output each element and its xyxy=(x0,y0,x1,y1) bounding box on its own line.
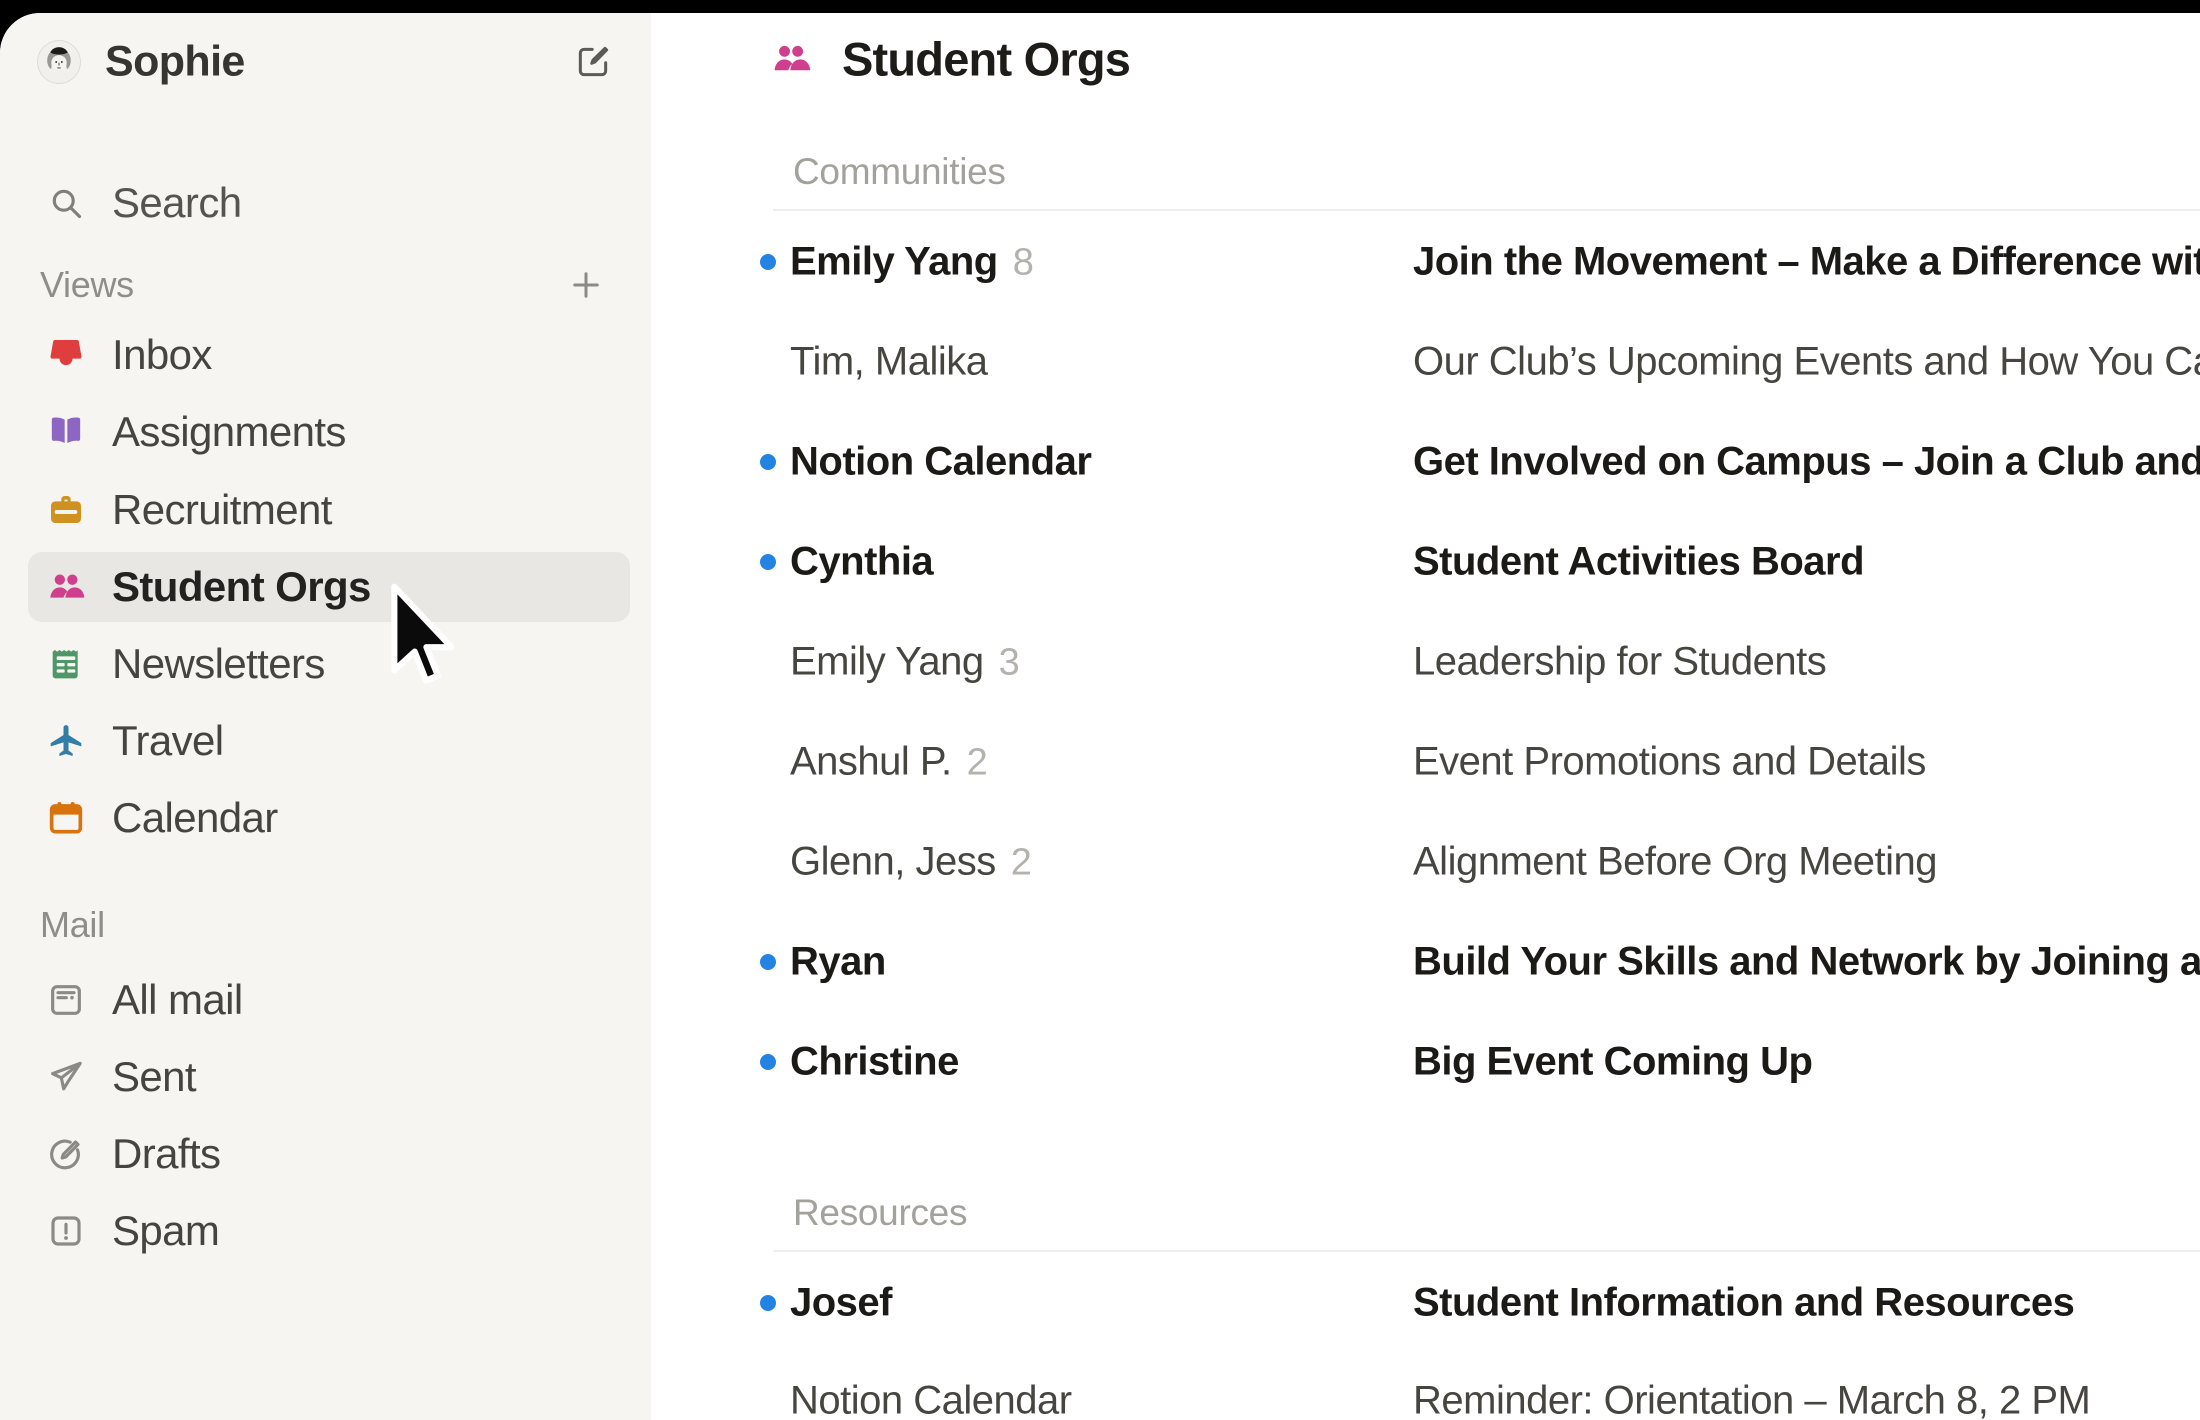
unread-dot xyxy=(760,454,776,470)
all-mail-icon xyxy=(46,980,86,1020)
sidebar-item-label: Drafts xyxy=(112,1130,220,1178)
sidebar-item-sent[interactable]: Sent xyxy=(0,1042,651,1112)
add-view-icon[interactable] xyxy=(568,267,606,305)
thread-count: 3 xyxy=(999,642,1020,684)
mail-subject: Event Promotions and Details xyxy=(1413,740,1926,785)
sender-name: Christine xyxy=(790,1040,959,1084)
mail-subject: Alignment Before Org Meeting xyxy=(1413,840,1937,885)
mail-subject: Big Event Coming Up xyxy=(1413,1040,1812,1085)
group-label-resources: Resources xyxy=(793,1192,967,1234)
views-section-header: Views xyxy=(40,264,134,306)
mail-row[interactable]: Anshul P. 2 Event Promotions and Details xyxy=(651,726,2200,798)
divider xyxy=(773,1250,2200,1252)
newspaper-icon xyxy=(46,644,86,684)
mail-row[interactable]: Emily Yang 3 Leadership for Students xyxy=(651,626,2200,698)
calendar-icon xyxy=(46,798,86,838)
sidebar-item-label: All mail xyxy=(112,976,243,1024)
sidebar-item-label: Spam xyxy=(112,1207,219,1255)
sidebar-item-spam[interactable]: Spam xyxy=(0,1196,651,1266)
mail-row[interactable]: Glenn, Jess 2 Alignment Before Org Meetin… xyxy=(651,826,2200,898)
mail-row[interactable]: Cynthia Student Activities Board xyxy=(651,526,2200,598)
thread-count: 8 xyxy=(1013,242,1034,284)
sender-name: Glenn, Jess xyxy=(790,840,996,884)
sidebar-item-inbox[interactable]: Inbox xyxy=(0,320,651,390)
sender-name: Notion Calendar xyxy=(790,1379,1072,1420)
plane-icon xyxy=(46,721,86,761)
mail-row[interactable]: Ryan Build Your Skills and Network by Jo… xyxy=(651,926,2200,998)
sender-name: Tim, Malika xyxy=(790,340,987,384)
mail-row[interactable]: Notion Calendar Get Involved on Campus –… xyxy=(651,426,2200,498)
mail-subject: Join the Movement – Make a Difference wi… xyxy=(1413,240,2200,285)
group-label-communities: Communities xyxy=(793,151,1006,193)
app-window: Sophie Search Views xyxy=(0,13,2200,1420)
search-icon xyxy=(48,185,84,221)
mail-subject: Reminder: Orientation – March 8, 2 PM xyxy=(1413,1379,2090,1420)
briefcase-icon xyxy=(46,490,86,530)
unread-dot xyxy=(760,1054,776,1070)
mail-section-header: Mail xyxy=(40,904,105,946)
mail-row[interactable]: Tim, Malika Our Club’s Upcoming Events a… xyxy=(651,326,2200,398)
mail-row[interactable]: Notion Calendar Reminder: Orientation – … xyxy=(651,1365,2200,1420)
send-icon xyxy=(46,1057,86,1097)
unread-dot xyxy=(760,954,776,970)
sender-name: Emily Yang xyxy=(790,240,998,284)
sidebar-item-label: Calendar xyxy=(112,794,278,842)
sidebar-item-label: Assignments xyxy=(112,408,346,456)
sidebar-item-label: Student Orgs xyxy=(112,563,371,611)
mail-subject: Student Activities Board xyxy=(1413,540,1864,585)
mail-subject: Build Your Skills and Network by Joining… xyxy=(1413,940,2200,985)
compose-icon[interactable] xyxy=(574,43,612,81)
sidebar-item-label: Travel xyxy=(112,717,224,765)
mail-subject: Get Involved on Campus – Join a Club and… xyxy=(1413,440,2200,485)
mail-row[interactable]: Christine Big Event Coming Up xyxy=(651,1026,2200,1098)
sidebar-item-label: Sent xyxy=(112,1053,196,1101)
unread-dot xyxy=(760,554,776,570)
mail-subject: Leadership for Students xyxy=(1413,640,1826,685)
mail-subject: Our Club’s Upcoming Events and How You C… xyxy=(1413,340,2200,385)
mail-row[interactable]: Josef Student Information and Resources xyxy=(651,1267,2200,1339)
search-label: Search xyxy=(112,179,241,227)
unread-dot xyxy=(760,254,776,270)
mail-list-panel: Student Orgs Communities Emily Yang 8 Joi… xyxy=(651,13,2200,1420)
sidebar-search[interactable]: Search xyxy=(0,168,651,238)
sender-name: Emily Yang xyxy=(790,640,984,684)
thread-count: 2 xyxy=(1011,842,1032,884)
sidebar-item-travel[interactable]: Travel xyxy=(0,706,651,776)
avatar[interactable] xyxy=(37,40,81,84)
thread-count: 2 xyxy=(967,742,988,784)
sidebar-item-label: Inbox xyxy=(112,331,212,379)
people-icon xyxy=(46,567,86,607)
inbox-icon xyxy=(46,335,86,375)
sidebar-item-calendar[interactable]: Calendar xyxy=(0,783,651,853)
sender-name: Notion Calendar xyxy=(790,440,1091,484)
sidebar-item-student-orgs[interactable]: Student Orgs xyxy=(0,552,651,622)
divider xyxy=(773,209,2200,211)
sender-name: Anshul P. xyxy=(790,740,952,784)
sidebar-item-drafts[interactable]: Drafts xyxy=(0,1119,651,1189)
sidebar: Sophie Search Views xyxy=(0,13,651,1420)
book-icon xyxy=(46,412,86,452)
sidebar-item-assignments[interactable]: Assignments xyxy=(0,397,651,467)
sender-name: Josef xyxy=(790,1281,892,1325)
spam-icon xyxy=(46,1211,86,1251)
page-title: Student Orgs xyxy=(842,32,1130,87)
student-orgs-header-icon xyxy=(770,38,812,80)
sender-name: Ryan xyxy=(790,940,886,984)
drafts-icon xyxy=(46,1134,86,1174)
mail-row[interactable]: Emily Yang 8 Join the Movement – Make a D… xyxy=(651,226,2200,298)
sidebar-item-all-mail[interactable]: All mail xyxy=(0,965,651,1035)
sidebar-item-label: Recruitment xyxy=(112,486,332,534)
mail-subject: Student Information and Resources xyxy=(1413,1281,2074,1326)
unread-dot xyxy=(760,1295,776,1311)
user-name: Sophie xyxy=(105,38,245,87)
sender-name: Cynthia xyxy=(790,540,933,584)
sidebar-item-newsletters[interactable]: Newsletters xyxy=(0,629,651,699)
sidebar-item-recruitment[interactable]: Recruitment xyxy=(0,475,651,545)
sidebar-item-label: Newsletters xyxy=(112,640,325,688)
